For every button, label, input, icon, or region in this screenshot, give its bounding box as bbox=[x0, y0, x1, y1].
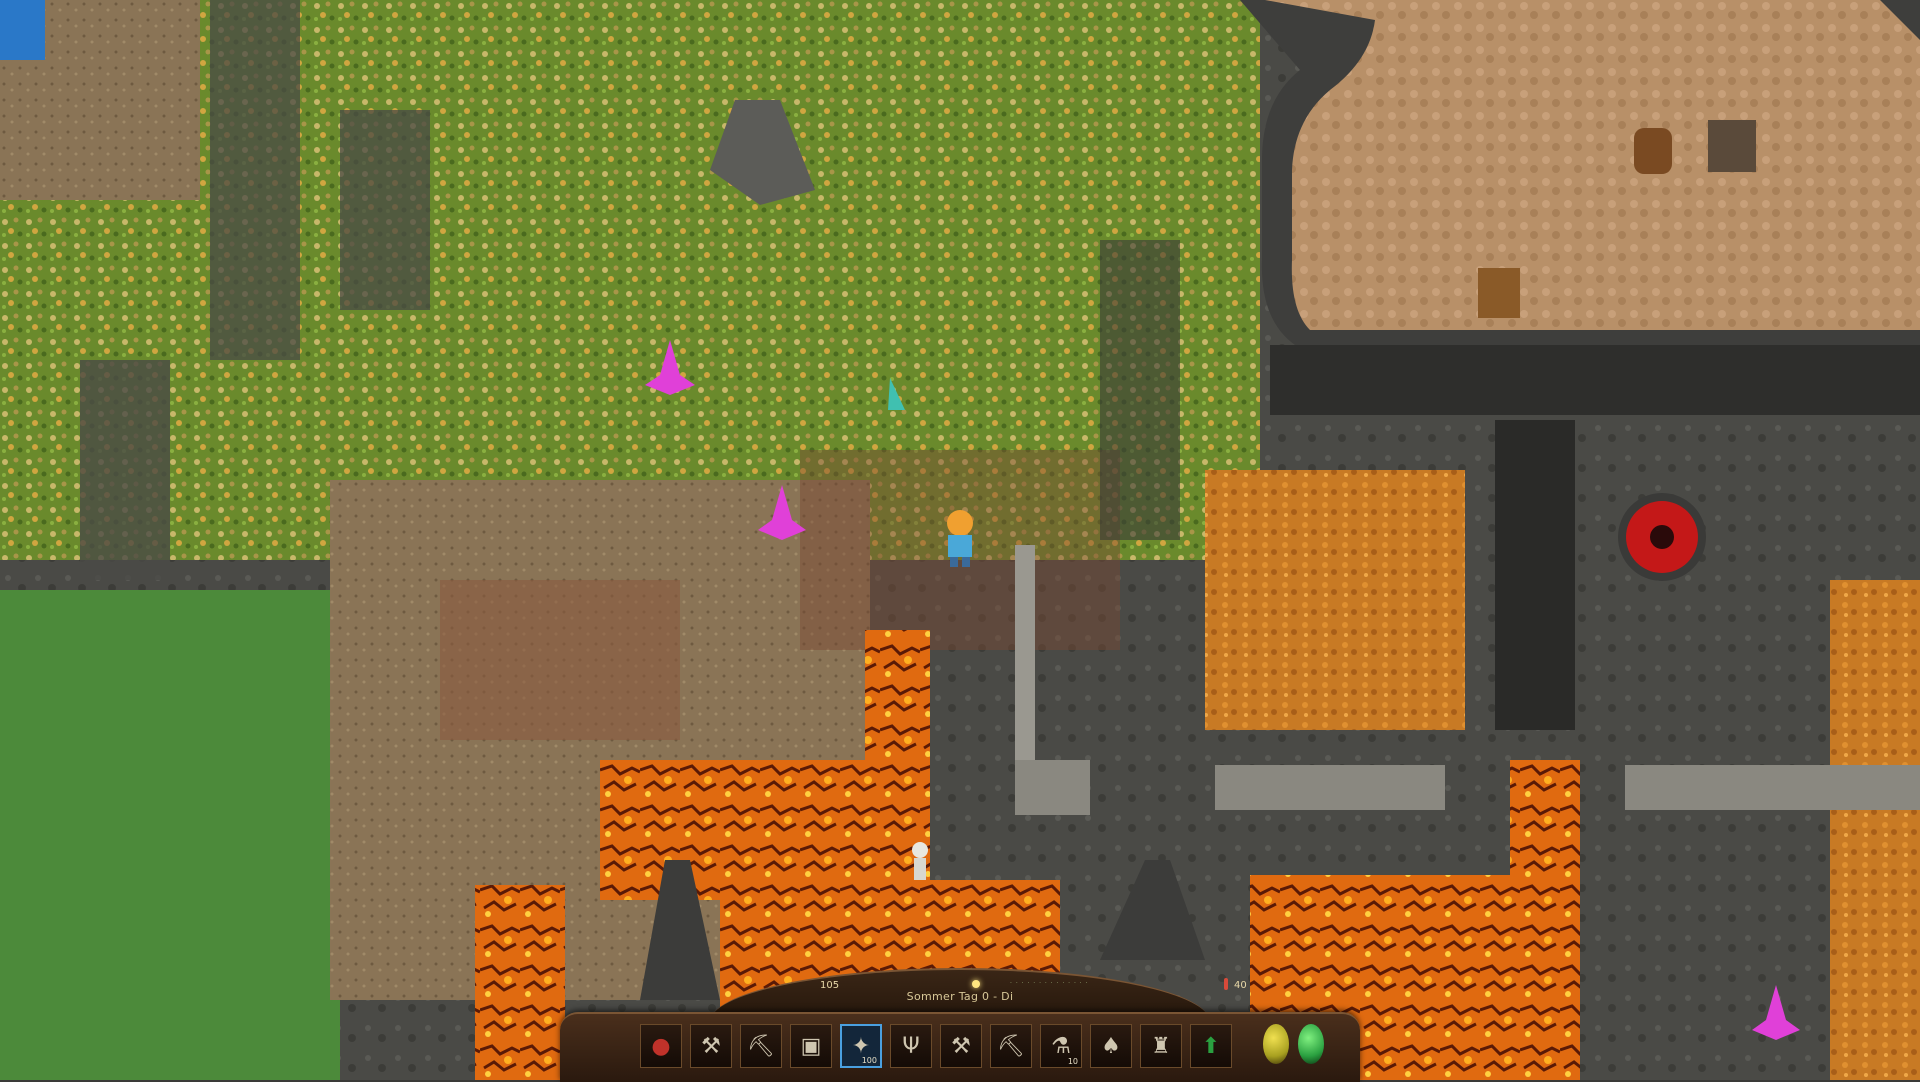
slot-quantity: 10 bbox=[1067, 1057, 1078, 1066]
hotbar-slot[interactable]: ⛏ bbox=[990, 1024, 1032, 1068]
hotbar-slot[interactable]: ⚗ 10 bbox=[1040, 1024, 1082, 1068]
hatchet-icon: ⚒ bbox=[701, 1033, 721, 1059]
hotbar-slot[interactable]: Ψ bbox=[890, 1024, 932, 1068]
hunger-orb bbox=[1263, 1024, 1289, 1064]
hotbar-slot[interactable]: ♜ bbox=[1140, 1024, 1182, 1068]
hotbar-slot[interactable]: ⬆ bbox=[1190, 1024, 1232, 1068]
bottom-hud: 105 · · · · · · · · · · · · · · 40 Somme… bbox=[560, 968, 1360, 1082]
day-label: Sommer Tag 0 - Di bbox=[906, 990, 1014, 1003]
slot-quantity: 100 bbox=[861, 1056, 877, 1065]
game-world[interactable] bbox=[0, 0, 1920, 1080]
hotbar-slot[interactable]: ⚒ bbox=[940, 1024, 982, 1068]
magic-scroll-icon: ✦ bbox=[851, 1033, 871, 1059]
up-arrow-icon: ⬆ bbox=[1201, 1033, 1221, 1059]
sun-icon bbox=[972, 980, 980, 988]
shovel-icon: ♠ bbox=[1101, 1033, 1121, 1059]
stamina-orb bbox=[1298, 1024, 1324, 1064]
potion-icon: ⚗ bbox=[1051, 1033, 1071, 1059]
hotbar-slot[interactable]: ⚒ bbox=[690, 1024, 732, 1068]
pickaxe-icon: ⛏ bbox=[997, 1033, 1025, 1059]
hotbar-slot[interactable]: ● bbox=[640, 1024, 682, 1068]
armor-icon: ♜ bbox=[1151, 1033, 1171, 1059]
hotbar-slot[interactable]: ⛏ bbox=[740, 1024, 782, 1068]
hotbar-slot[interactable]: ▣ bbox=[790, 1024, 832, 1068]
time-ticks: · · · · · · · · · · · · · · bbox=[1010, 980, 1089, 987]
hotbar-slot[interactable]: ♠ bbox=[1090, 1024, 1132, 1068]
bucket-icon: ▣ bbox=[800, 1033, 822, 1059]
thermometer-icon bbox=[1224, 978, 1228, 990]
pickaxe-icon: ⛏ bbox=[747, 1033, 775, 1059]
red-orb-icon: ● bbox=[651, 1033, 671, 1059]
axe-icon: ⚒ bbox=[951, 1033, 971, 1059]
trident-icon: Ψ bbox=[902, 1033, 920, 1059]
hotbar-slot[interactable]: ✦ 100 bbox=[840, 1024, 882, 1068]
